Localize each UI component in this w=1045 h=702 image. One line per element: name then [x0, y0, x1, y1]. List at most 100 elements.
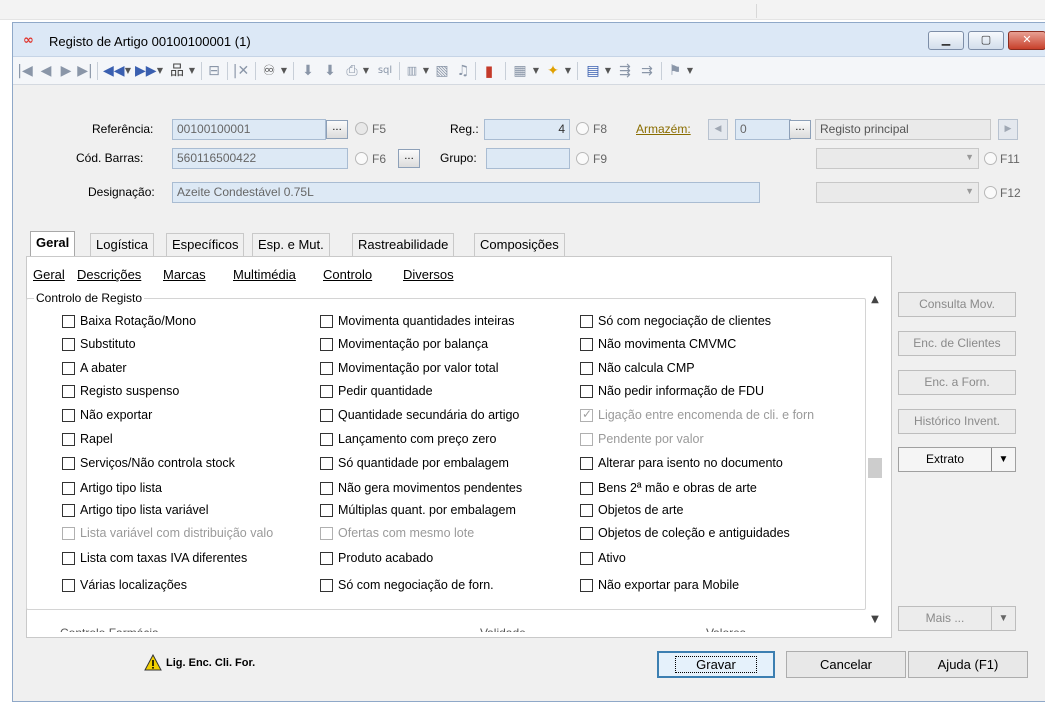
next-fast-icon[interactable]: ▶▶ — [135, 60, 157, 82]
grupo-field[interactable] — [486, 148, 570, 169]
checkbox-box[interactable] — [62, 482, 75, 495]
historico-invent-button[interactable]: Histórico Invent. — [898, 409, 1016, 434]
checkbox-box[interactable] — [62, 457, 75, 470]
flag-icon[interactable]: ⚑ — [667, 60, 683, 82]
checkbox-box[interactable] — [320, 552, 333, 565]
paste-icon[interactable]: ⬇ — [321, 60, 339, 82]
dropdown-arrow-icon[interactable]: ▼ — [361, 60, 371, 82]
subtab-marcas[interactable]: Marcas — [163, 267, 206, 282]
chart-icon[interactable]: ▮ — [479, 60, 499, 82]
checkbox-box[interactable] — [320, 457, 333, 470]
referencia-field[interactable]: 00100100001 — [172, 119, 326, 140]
flow-icon[interactable]: ⇉ — [637, 60, 657, 82]
armazem-next-button[interactable]: ▶ — [998, 119, 1018, 140]
extrato-split-button[interactable]: Extrato ▼ — [898, 447, 1016, 472]
f6-radio[interactable] — [355, 152, 368, 165]
checkbox-box[interactable] — [320, 579, 333, 592]
checkbox-box[interactable] — [580, 338, 593, 351]
layout-icon[interactable]: ⊟ — [205, 60, 223, 82]
wand-icon[interactable]: ✦ — [543, 60, 563, 82]
subtab-diversos[interactable]: Diversos — [403, 267, 454, 282]
checkbox-box[interactable] — [320, 338, 333, 351]
f9-radio[interactable] — [576, 152, 589, 165]
ajuda-button[interactable]: Ajuda (F1) — [908, 651, 1028, 678]
f12-radio[interactable] — [984, 186, 997, 199]
tab-geral[interactable]: Geral — [30, 231, 76, 257]
f11-radio[interactable] — [984, 152, 997, 165]
dropdown-arrow-icon[interactable]: ▼ — [279, 60, 289, 82]
subtab-multimedia[interactable]: Multimédia — [233, 267, 296, 282]
chevron-down-icon[interactable]: ▼ — [991, 607, 1015, 630]
dropdown-arrow-icon[interactable]: ▼ — [563, 60, 573, 82]
dropdown-arrow-icon[interactable]: ▼ — [531, 60, 541, 82]
checkbox-box[interactable] — [320, 527, 333, 540]
checkbox-box[interactable] — [62, 315, 75, 328]
gravar-button[interactable]: Gravar — [657, 651, 775, 678]
checkbox-box[interactable] — [62, 504, 75, 517]
checkbox-box[interactable] — [580, 527, 593, 540]
attach-icon[interactable]: ♫ — [455, 60, 471, 82]
close-button[interactable]: ✕ — [1008, 31, 1045, 50]
armazem-prev-button[interactable]: ◀ — [708, 119, 728, 140]
enc-forn-button[interactable]: Enc. a Forn. — [898, 370, 1016, 395]
f5-radio[interactable] — [355, 122, 368, 135]
prev-icon[interactable]: ◀ — [39, 60, 53, 82]
cancelar-button[interactable]: Cancelar — [786, 651, 906, 678]
armazem-field[interactable]: 0 — [735, 119, 791, 140]
checkbox-box[interactable] — [320, 385, 333, 398]
copy-icon[interactable]: ⬇ — [299, 60, 317, 82]
checkbox-box[interactable] — [580, 315, 593, 328]
dropdown-arrow-icon[interactable]: ▼ — [603, 60, 613, 82]
checkbox-box[interactable] — [62, 433, 75, 446]
checkbox-box[interactable] — [62, 385, 75, 398]
subtab-controlo[interactable]: Controlo — [323, 267, 372, 282]
checkbox-box[interactable] — [320, 504, 333, 517]
reg-field[interactable]: 4 — [484, 119, 570, 140]
grupo-dropdown[interactable]: ▼ — [816, 148, 979, 169]
mais-split-button[interactable]: Mais ... ▼ — [898, 606, 1016, 631]
cod-barras-field[interactable]: 560116500422 — [172, 148, 348, 169]
checkbox-box[interactable] — [580, 433, 593, 446]
checkbox-box[interactable] — [320, 362, 333, 375]
binoculars-icon[interactable]: ♾ — [259, 60, 279, 82]
checkbox-box[interactable] — [62, 338, 75, 351]
checkbox-box[interactable] — [62, 579, 75, 592]
checkbox-box[interactable] — [320, 315, 333, 328]
tree-icon[interactable]: 品 — [167, 60, 187, 82]
checkbox-box[interactable] — [62, 409, 75, 422]
calculator-icon[interactable]: ▦ — [511, 60, 529, 82]
checkbox-box[interactable] — [320, 409, 333, 422]
checkbox-box[interactable] — [580, 504, 593, 517]
checkbox-box[interactable] — [62, 362, 75, 375]
checkbox-box[interactable] — [62, 552, 75, 565]
scroll-thumb[interactable] — [868, 458, 882, 478]
dropdown-arrow-icon[interactable]: ▼ — [187, 60, 197, 82]
docs-icon[interactable]: ▤ — [583, 60, 603, 82]
last-icon[interactable]: ▶| — [77, 60, 93, 82]
checkbox-box[interactable] — [320, 433, 333, 446]
tab-composicoes[interactable]: Composições — [474, 233, 565, 257]
checkbox-box[interactable] — [320, 482, 333, 495]
tab-logistica[interactable]: Logística — [90, 233, 155, 257]
barcode-icon[interactable]: ▥ — [403, 60, 421, 82]
checkbox-box[interactable] — [580, 579, 593, 592]
designacao-dropdown[interactable]: ▼ — [816, 182, 979, 203]
tab-esp-mut[interactable]: Esp. e Mut. — [252, 233, 330, 257]
maximize-button[interactable]: ▢ — [968, 31, 1004, 50]
print-icon[interactable]: ⎙ — [343, 60, 361, 82]
f8-radio[interactable] — [576, 122, 589, 135]
checkbox-box[interactable] — [62, 527, 75, 540]
armazem-browse-button[interactable]: ... — [789, 120, 811, 139]
dropdown-arrow-icon[interactable]: ▼ — [155, 60, 165, 82]
designacao-field[interactable]: Azeite Condestável 0.75L — [172, 182, 760, 203]
armazem-link[interactable]: Armazém: — [636, 122, 691, 136]
cod-barras-browse-button[interactable]: ... — [398, 149, 420, 168]
delete-icon[interactable]: |✕ — [231, 60, 251, 82]
checkbox-box[interactable] — [580, 407, 593, 422]
checkbox-box[interactable] — [580, 362, 593, 375]
scroll-up-icon[interactable]: ▲ — [866, 294, 884, 308]
minimize-button[interactable]: ▁ — [928, 31, 964, 50]
tab-especificos[interactable]: Específicos — [166, 233, 245, 257]
checkbox-box[interactable] — [580, 552, 593, 565]
first-icon[interactable]: |◀ — [17, 60, 33, 82]
